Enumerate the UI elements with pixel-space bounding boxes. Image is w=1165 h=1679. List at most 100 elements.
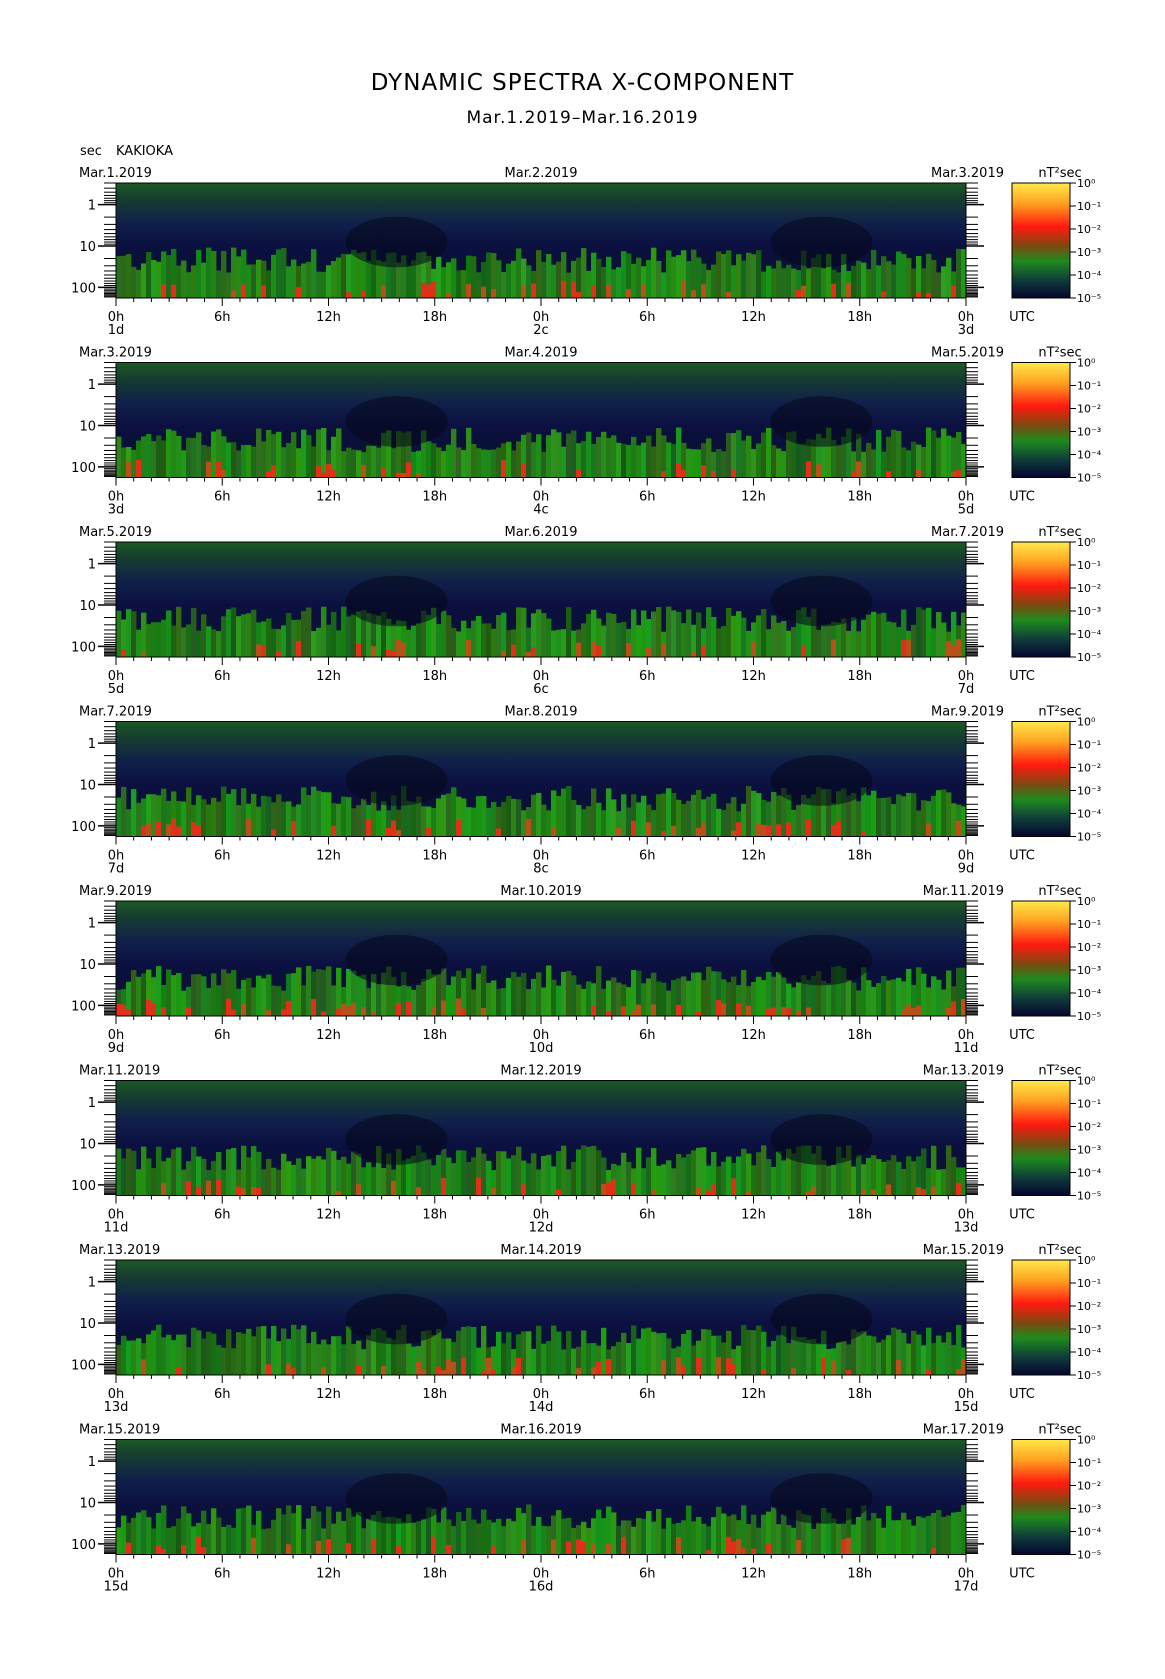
x-tick-label: 6h: [214, 490, 231, 505]
spectral-power-column: [351, 449, 357, 478]
spectral-power-column: [221, 969, 227, 1016]
y-tick-label: 10: [79, 958, 96, 973]
spectral-power-peak: [831, 824, 837, 837]
quiet-region: [770, 755, 873, 806]
spectral-power-column: [246, 445, 252, 478]
colorbar-tick-label: 10⁻¹: [1077, 559, 1101, 572]
spectral-power-column: [536, 250, 542, 298]
day-label-left: 13d: [104, 1400, 129, 1415]
x-tick-label: 12h: [316, 490, 341, 505]
spectral-power-peak: [151, 1003, 157, 1016]
panel-date-right: Mar.13.2019: [923, 1064, 1004, 1079]
spectral-power-column: [451, 428, 457, 478]
spectral-power-peak: [591, 1006, 597, 1016]
spectral-power-column: [441, 1338, 447, 1375]
spectral-power-peak: [946, 640, 952, 657]
spectral-power-column: [901, 1512, 907, 1555]
spectral-power-column: [201, 799, 207, 837]
spectral-power-peak: [676, 1537, 682, 1555]
colorbar: [1011, 182, 1071, 299]
spectral-power-peak: [156, 1545, 162, 1555]
day-label-left: 11d: [104, 1221, 129, 1236]
spectral-power-column: [241, 788, 247, 837]
spectral-power-column: [501, 801, 507, 837]
x-tick-label: 12h: [741, 669, 766, 684]
day-label-left: 1d: [108, 323, 125, 338]
day-label-right: 3d: [958, 323, 975, 338]
spectral-power-column: [646, 435, 652, 478]
spectral-power-column: [691, 449, 697, 478]
spectral-power-column: [496, 988, 502, 1016]
x-tick-label: 18h: [422, 1208, 447, 1223]
spectral-power-column: [541, 987, 547, 1016]
spectral-power-column: [451, 1163, 457, 1196]
spectral-power-column: [341, 451, 347, 478]
spectral-power-column: [481, 1509, 487, 1555]
spectral-power-column: [776, 1335, 782, 1375]
spectral-power-column: [716, 1166, 722, 1196]
spectral-power-column: [311, 446, 317, 478]
spectral-power-column: [916, 607, 922, 657]
spectral-power-column: [266, 1158, 272, 1196]
spectral-power-peak: [676, 463, 682, 478]
spectral-power-column: [541, 261, 547, 298]
spectral-power-peak: [766, 1543, 772, 1555]
spectral-power-peak: [196, 825, 202, 837]
spectral-power-column: [141, 612, 147, 657]
spectral-power-peak: [751, 641, 757, 657]
spectral-power-column: [691, 972, 697, 1016]
spectral-power-column: [481, 449, 487, 478]
colorbar-tick-label: 10⁻⁵: [1077, 472, 1101, 485]
spectral-power-column: [466, 807, 472, 837]
spectral-power-column: [481, 623, 487, 657]
spectral-power-column: [726, 1156, 732, 1196]
spectral-power-column: [936, 1510, 942, 1555]
spectral-power-peak: [481, 286, 487, 298]
spectral-power-column: [191, 1327, 197, 1375]
spectral-power-column: [841, 1341, 847, 1375]
spectral-power-column: [256, 975, 262, 1016]
spectral-power-column: [761, 271, 767, 298]
spectral-power-peak: [646, 647, 652, 657]
spectral-power-column: [226, 272, 232, 298]
spectral-power-column: [771, 268, 777, 298]
spectral-power-column: [951, 803, 957, 837]
spectral-power-column: [646, 1157, 652, 1196]
spectral-power-column: [456, 447, 462, 478]
spectral-power-column: [146, 434, 152, 478]
spectral-power-column: [661, 1164, 667, 1196]
quiet-region: [770, 1114, 873, 1165]
spectral-power-peak: [171, 818, 177, 837]
spectral-power-column: [646, 1510, 652, 1555]
spectral-power-column: [491, 802, 497, 837]
spectral-power-peak: [951, 286, 957, 298]
spectral-power-peak: [861, 1189, 867, 1196]
spectral-power-column: [296, 448, 302, 478]
spectral-power-column: [351, 1151, 357, 1196]
day-label-mid: 12d: [529, 1221, 554, 1236]
spectral-power-column: [181, 260, 187, 298]
spectral-power-column: [231, 442, 237, 478]
spectral-power-column: [611, 799, 617, 837]
spectral-power-column: [456, 270, 462, 298]
x-tick-label: 18h: [847, 849, 872, 864]
spectral-power-column: [881, 451, 887, 478]
colorbar-unit: nT²sec: [1038, 1064, 1081, 1079]
x-tick-label: 6h: [639, 849, 656, 864]
spectral-power-column: [796, 1336, 802, 1375]
spectral-power-column: [686, 609, 692, 657]
colorbar-tick-label: 10⁻⁵: [1077, 651, 1101, 664]
spectral-power-column: [906, 1519, 912, 1555]
spectral-power-column: [776, 448, 782, 478]
y-tick-label: 1: [88, 1096, 96, 1111]
spectral-power-peak: [221, 470, 227, 478]
spectral-power-column: [556, 629, 562, 657]
spectral-power-column: [861, 451, 867, 478]
spectral-power-column: [771, 1507, 777, 1555]
spectral-power-column: [281, 1514, 287, 1555]
spectral-power-column: [636, 625, 642, 657]
spectral-power-column: [401, 1160, 407, 1196]
spectral-power-column: [866, 442, 872, 478]
spectral-power-column: [806, 268, 812, 298]
spectral-power-column: [336, 257, 342, 298]
